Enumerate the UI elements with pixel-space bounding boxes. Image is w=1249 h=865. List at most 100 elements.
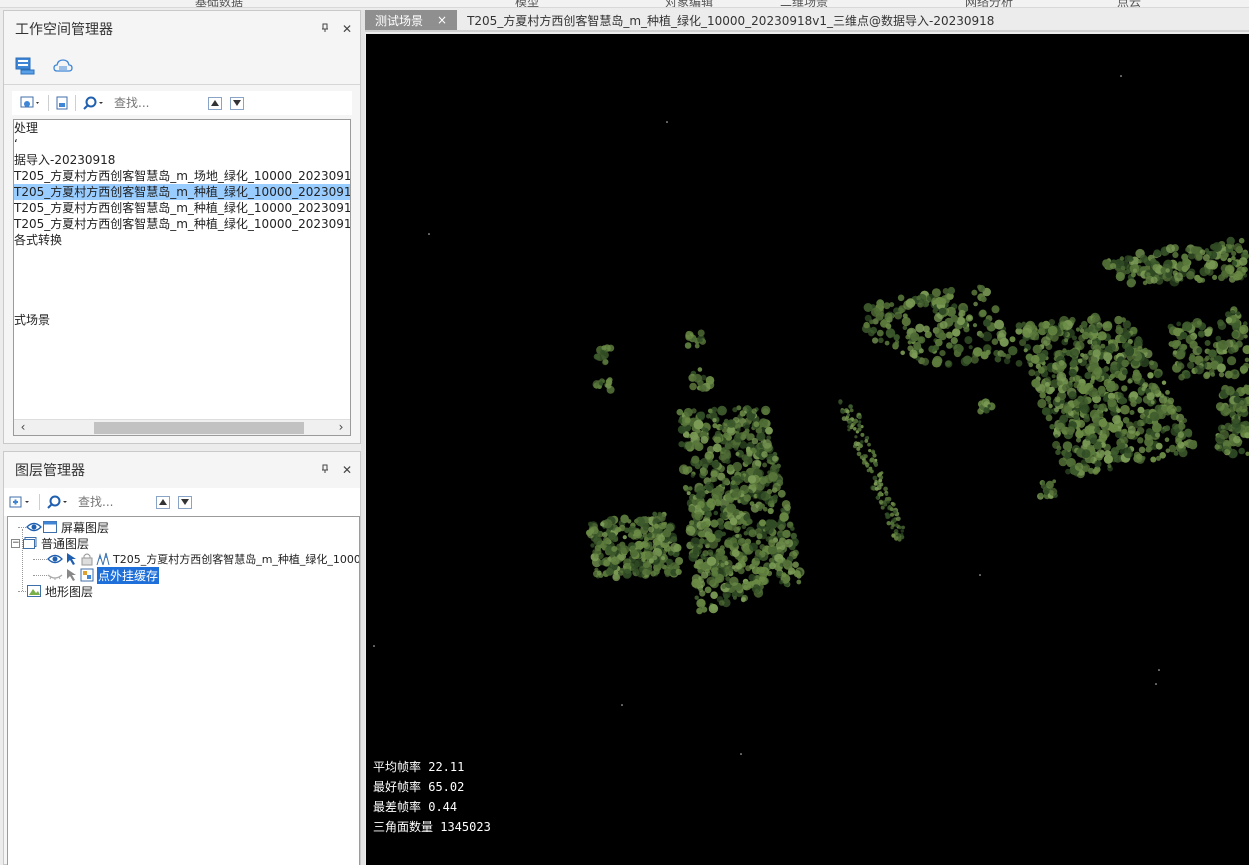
vegetation-point (761, 451, 768, 458)
select-cursor-icon[interactable] (63, 551, 79, 567)
hidden-eye-icon[interactable] (47, 567, 63, 583)
search-icon[interactable] (80, 93, 108, 113)
workspace-tree-icon[interactable] (14, 55, 36, 77)
vegetation-point (1092, 468, 1098, 474)
ribbon-label[interactable]: 点云 (1117, 0, 1141, 7)
vegetation-point (722, 477, 730, 485)
horizontal-scrollbar[interactable]: ‹ › (14, 419, 350, 435)
workspace-item[interactable]: 处理 (14, 120, 350, 136)
pin-icon[interactable] (316, 463, 334, 477)
vegetation-point (1209, 368, 1215, 375)
workspace-item-selected[interactable]: T205_方夏村方西创客智慧岛_m_种植_绿化_10000_20230918v1 (14, 184, 350, 200)
scroll-right-icon[interactable]: › (334, 420, 348, 435)
vegetation-point (1146, 392, 1155, 401)
vegetation-point (857, 423, 862, 428)
workspace-search-input[interactable] (114, 96, 204, 110)
workspace-item[interactable] (14, 296, 350, 312)
vegetation-point (1068, 368, 1077, 377)
collapse-icon[interactable]: − (11, 538, 20, 548)
lock-icon[interactable] (79, 551, 95, 567)
vegetation-point (1056, 371, 1067, 382)
pin-icon[interactable] (316, 22, 334, 36)
vegetation-point (1096, 449, 1105, 459)
vegetation-point (613, 570, 619, 575)
vegetation-point (1204, 340, 1211, 346)
workspace-item[interactable]: ‘ (14, 136, 350, 152)
ribbon-label[interactable]: 模型 (515, 0, 539, 7)
point-cloud-render (373, 75, 1249, 755)
search-down-button[interactable] (230, 96, 244, 110)
scrollbar-thumb[interactable] (94, 422, 304, 434)
layer-tree[interactable]: 屏幕图层 − 普通图层 T205_方夏村方西创客智慧岛_m_种植_绿化_1000… (7, 516, 360, 865)
vegetation-point (1194, 252, 1203, 262)
vegetation-point (1041, 407, 1051, 416)
workspace-item[interactable]: 式场景 (14, 312, 350, 328)
tab-test-scene[interactable]: 测试场景 × (365, 10, 458, 30)
vegetation-point (706, 511, 712, 518)
vertical-splitter[interactable] (361, 10, 365, 865)
vegetation-point (1184, 372, 1191, 379)
tree-node-terrain-layer[interactable]: 地形图层 (18, 583, 93, 599)
tree-node-layer-item[interactable]: T205_方夏村方西创客智慧岛_m_种植_绿化_1000 (33, 551, 359, 567)
vegetation-point (1231, 260, 1238, 266)
vegetation-point (980, 296, 987, 303)
ribbon-label[interactable]: 对象编辑 (665, 0, 713, 7)
tab-point-cloud-data[interactable]: T205_方夏村方西创客智慧岛_m_种植_绿化_10000_20230918v1… (457, 10, 1004, 30)
scroll-left-icon[interactable]: ‹ (16, 420, 30, 435)
vegetation-point (1107, 343, 1116, 352)
tree-node-screen-layer[interactable]: 屏幕图层 (18, 519, 109, 535)
workspace-item[interactable]: T205_方夏村方西创客智慧岛_m_种植_绿化_10000_20230918v1 (14, 200, 350, 216)
search-icon[interactable] (44, 492, 72, 512)
layer-search-input[interactable] (78, 495, 150, 509)
vegetation-point (886, 500, 890, 504)
vegetation-point (742, 422, 750, 430)
vegetation-point (962, 355, 972, 365)
vegetation-point (947, 286, 956, 295)
vegetation-point (743, 531, 748, 536)
close-icon[interactable]: ✕ (338, 463, 356, 477)
close-icon[interactable]: × (437, 13, 447, 27)
workspace-item[interactable]: T205_方夏村方西创客智慧岛_m_场地_绿化_10000_20230918v1 (14, 168, 350, 184)
vegetation-point (1041, 336, 1051, 347)
search-down-button[interactable] (178, 495, 192, 509)
workspace-item[interactable]: 据导入-20230918 (14, 152, 350, 168)
vegetation-point (1054, 434, 1059, 439)
tree-node-cache-item[interactable]: 点外挂缓存 (33, 566, 160, 584)
vegetation-point (972, 323, 978, 328)
select-cursor-icon[interactable] (63, 567, 79, 583)
vegetation-point (1238, 447, 1245, 455)
eye-icon[interactable] (47, 551, 63, 567)
vegetation-point (1120, 404, 1130, 415)
eye-icon[interactable] (26, 519, 42, 535)
open-file-icon[interactable] (53, 93, 71, 113)
vegetation-point (1118, 442, 1126, 450)
close-icon[interactable]: ✕ (338, 22, 356, 36)
vegetation-point (764, 525, 770, 531)
workspace-item[interactable]: 各式转换 (14, 232, 350, 248)
vegetation-point (1121, 369, 1128, 376)
view-options-button[interactable] (18, 93, 44, 113)
workspace-item[interactable] (14, 248, 350, 264)
vegetation-point (1110, 263, 1117, 270)
vegetation-point (1165, 390, 1170, 395)
ribbon-label[interactable]: 二维场景 (780, 0, 828, 7)
cloud-storage-icon[interactable] (52, 55, 74, 77)
vegetation-point (874, 462, 878, 467)
vegetation-point (1148, 382, 1156, 390)
ribbon-label[interactable]: 基础数据 (195, 0, 243, 7)
ribbon-label[interactable]: 网络分析 (965, 0, 1013, 7)
workspace-item[interactable]: T205_方夏村方西创客智慧岛_m_种植_绿化_10000_20230918v1 (14, 216, 350, 232)
workspace-tree-list[interactable]: 处理 ‘据导入-20230918 T205_方夏村方西创客智慧岛_m_场地_绿化_1… (13, 119, 351, 436)
search-up-button[interactable] (208, 96, 222, 110)
vegetation-point (884, 312, 893, 321)
scene-viewport[interactable]: 平均帧率 22.11 最好帧率 65.02 最差帧率 0.44 三角面数量 13… (366, 34, 1249, 865)
vegetation-point (734, 444, 739, 449)
vegetation-point (870, 449, 876, 454)
workspace-item[interactable] (14, 264, 350, 280)
vegetation-point (600, 349, 606, 355)
workspace-item[interactable] (14, 280, 350, 296)
add-layer-button[interactable] (7, 492, 35, 512)
search-up-button[interactable] (156, 495, 170, 509)
vegetation-point (1141, 386, 1146, 392)
vegetation-point (1132, 268, 1137, 273)
